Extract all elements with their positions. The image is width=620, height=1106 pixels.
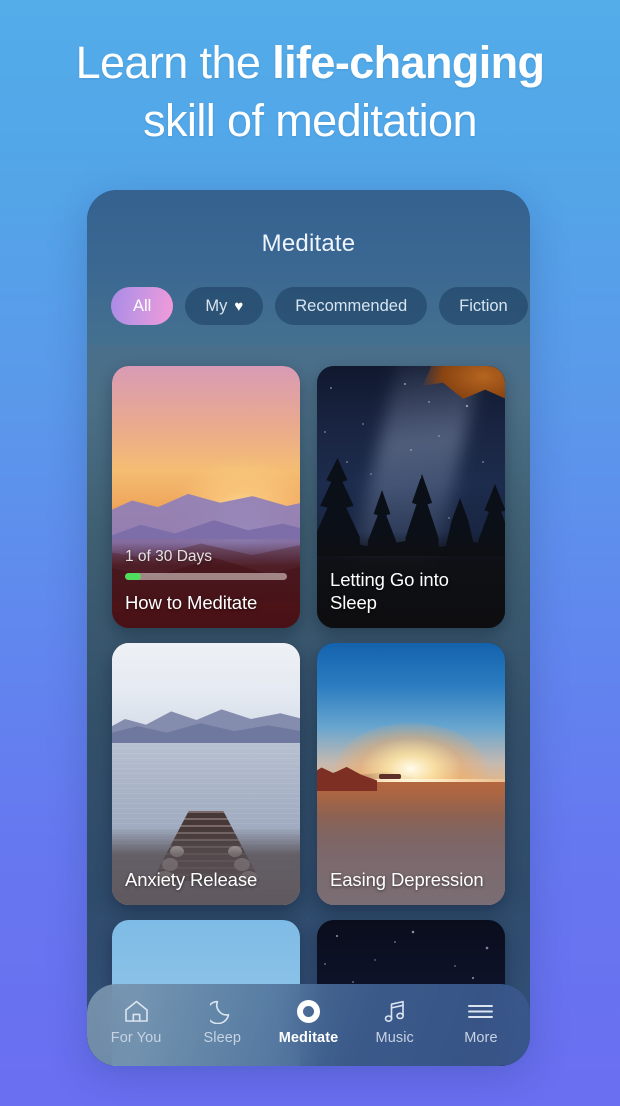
card-title: How to Meditate <box>125 592 258 613</box>
tab-for-you[interactable]: For You <box>93 998 179 1046</box>
card-meta: Letting Go into Sleep <box>317 558 505 628</box>
tab-meditate[interactable]: Meditate <box>265 998 351 1046</box>
card-meta: Easing Depression <box>317 858 505 905</box>
moon-icon <box>210 998 234 1024</box>
meditation-card[interactable]: Letting Go into Sleep <box>317 366 505 628</box>
tab-sleep-label: Sleep <box>203 1030 242 1046</box>
tab-more-label: More <box>464 1030 498 1046</box>
phone-mockup: Meditate All My ♥ Recommended Fiction 1 … <box>87 190 530 1066</box>
bottom-tab-bar[interactable]: For You Sleep Meditate Music More <box>87 984 530 1066</box>
music-note-icon <box>382 998 408 1024</box>
promo-headline: Learn the life-changing skill of meditat… <box>0 34 620 150</box>
card-title: Anxiety Release <box>125 869 258 890</box>
tab-music-label: Music <box>375 1030 414 1046</box>
tab-music[interactable]: Music <box>352 998 438 1046</box>
tab-meditate-label: Meditate <box>278 1030 339 1046</box>
headline-line-1-plain: Learn the <box>75 37 273 88</box>
card-title: Easing Depression <box>330 869 484 890</box>
filter-pill-fiction-label: Fiction <box>459 296 508 315</box>
progress-label: 1 of 30 Days <box>125 548 213 565</box>
filter-pill-recommended-label: Recommended <box>295 296 408 315</box>
meditation-card[interactable]: 1 of 30 Days How to Meditate <box>112 366 300 628</box>
hamburger-icon <box>467 998 494 1024</box>
headline-line-2: skill of meditation <box>143 95 477 146</box>
headline-line-1-bold: life-changing <box>272 37 545 88</box>
card-meta: 1 of 30 Days How to Meditate <box>112 538 300 628</box>
tab-more[interactable]: More <box>438 998 524 1046</box>
home-icon <box>123 998 150 1024</box>
card-title: Letting Go into Sleep <box>330 569 449 613</box>
filter-pill-recommended[interactable]: Recommended <box>275 287 428 325</box>
page-title: Meditate <box>261 230 356 257</box>
tab-sleep[interactable]: Sleep <box>179 998 265 1046</box>
filter-pill-all[interactable]: All <box>111 287 174 325</box>
filter-pill-row[interactable]: All My ♥ Recommended Fiction <box>87 286 530 326</box>
tab-for-you-label: For You <box>110 1030 162 1046</box>
app-header: Meditate All My ♥ Recommended Fiction <box>87 190 530 345</box>
meditation-list-scroll[interactable]: 1 of 30 Days How to Meditate Letting Go … <box>87 345 530 1066</box>
circle-ring-icon <box>297 998 320 1024</box>
filter-pill-fiction[interactable]: Fiction <box>439 287 528 325</box>
meditation-card-grid: 1 of 30 Days How to Meditate Letting Go … <box>112 366 505 1066</box>
progress-bar <box>125 573 287 580</box>
meditation-card[interactable]: Anxiety Release <box>112 643 300 905</box>
filter-pill-all-label: All <box>133 296 152 315</box>
heart-icon: ♥ <box>234 297 244 315</box>
filter-pill-my[interactable]: My ♥ <box>185 287 264 325</box>
card-meta: Anxiety Release <box>112 858 300 905</box>
meditation-card[interactable]: Easing Depression <box>317 643 505 905</box>
filter-pill-my-label: My <box>205 296 228 315</box>
